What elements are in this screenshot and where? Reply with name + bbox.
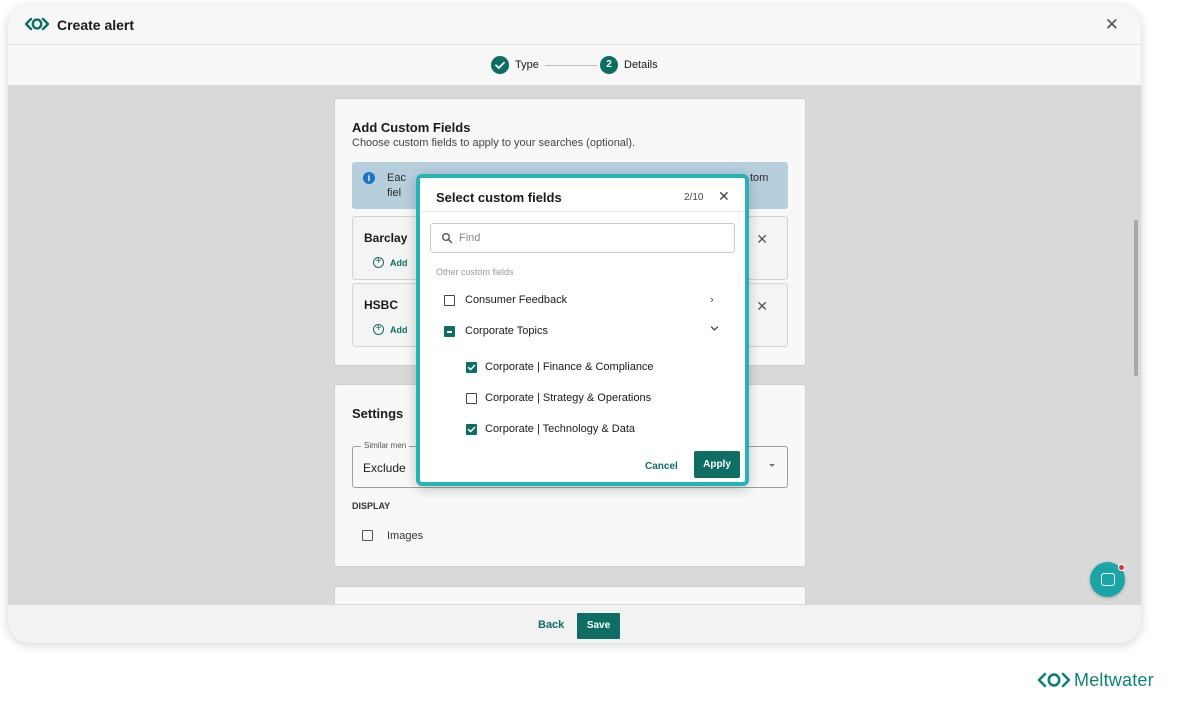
info-text-line1: Eac (387, 172, 406, 184)
card-subtitle: Choose custom fields to apply to your se… (352, 137, 636, 149)
group-checkbox-indeterminate[interactable] (444, 326, 455, 337)
titlebar: Create alert ✕ (8, 5, 1141, 45)
add-circle-icon[interactable]: + (373, 257, 384, 268)
group-consumer-feedback[interactable]: Consumer Feedback › (420, 289, 745, 313)
info-text-tail: tom (750, 172, 769, 184)
cancel-button[interactable]: Cancel (645, 461, 678, 472)
apply-button[interactable]: Apply (694, 451, 740, 478)
search-field (430, 223, 735, 253)
section-label: Other custom fields (436, 267, 514, 277)
option-label: Corporate | Technology & Data (485, 423, 636, 435)
checkbox-checked-icon[interactable] (466, 424, 477, 435)
group-label: Corporate Topics (465, 325, 548, 337)
step-details-number: 2 (600, 56, 618, 74)
option-label: Corporate | Strategy & Operations (485, 392, 652, 404)
find-input[interactable] (459, 229, 719, 247)
next-card (334, 586, 806, 606)
step-type-label: Type (515, 59, 539, 71)
group-corporate-topics[interactable]: Corporate Topics (420, 320, 745, 344)
settings-title: Settings (352, 406, 404, 421)
search-name: HSBC (364, 298, 399, 312)
remove-icon[interactable]: ✕ (756, 298, 768, 315)
display-section-label: DISPLAY (352, 501, 391, 511)
option-strategy-operations[interactable]: Corporate | Strategy & Operations (420, 387, 745, 411)
select-value: Exclude (363, 461, 406, 475)
info-text-line2: fiel (387, 187, 402, 199)
notification-dot (1118, 564, 1125, 571)
meltwater-logo-icon (24, 17, 50, 36)
back-button[interactable]: Back (538, 619, 564, 631)
images-label: Images (387, 530, 424, 542)
create-alert-window: Create alert ✕ Type 2 Details Add Custom… (8, 5, 1141, 643)
chat-launcher-button[interactable] (1090, 562, 1125, 597)
step-done-check-icon (491, 56, 509, 74)
chat-icon (1101, 573, 1115, 586)
dialog-title: Select custom fields (436, 190, 562, 205)
search-icon (441, 231, 453, 249)
scrollbar[interactable] (1134, 220, 1138, 376)
card-title: Add Custom Fields (352, 120, 471, 135)
selection-count: 2/10 (684, 192, 704, 203)
page-title: Create alert (57, 17, 135, 33)
divider (420, 211, 745, 212)
select-legend: Similar men (361, 441, 410, 450)
close-icon[interactable]: ✕ (1105, 15, 1119, 35)
meltwater-logo-icon (1037, 672, 1071, 688)
step-connector (545, 65, 597, 66)
step-details-label: Details (624, 59, 658, 71)
remove-icon[interactable]: ✕ (756, 231, 768, 248)
add-custom-field-link[interactable]: Add (390, 325, 408, 335)
chevron-down-icon[interactable] (710, 324, 719, 336)
option-technology-data[interactable]: Corporate | Technology & Data (420, 418, 745, 442)
meltwater-brand-logo: Meltwater (1037, 670, 1154, 690)
option-label: Corporate | Finance & Compliance (485, 361, 654, 373)
close-icon[interactable]: ✕ (718, 188, 730, 205)
brand-name: Meltwater (1074, 670, 1154, 690)
footer-bar: Back Save (8, 604, 1141, 643)
caret-down-icon (769, 464, 775, 467)
option-finance-compliance[interactable]: Corporate | Finance & Compliance (420, 356, 745, 380)
checkbox-checked-icon[interactable] (466, 362, 477, 373)
add-custom-field-link[interactable]: Add (390, 258, 408, 268)
group-label: Consumer Feedback (465, 294, 568, 306)
chevron-right-icon[interactable]: › (710, 294, 714, 306)
info-icon: i (363, 172, 375, 184)
add-circle-icon[interactable]: + (373, 324, 384, 335)
search-name: Barclay (364, 231, 408, 245)
checkbox-icon[interactable] (466, 393, 477, 404)
group-checkbox[interactable] (444, 295, 455, 306)
save-button[interactable]: Save (577, 613, 620, 639)
images-checkbox[interactable] (362, 530, 373, 541)
select-custom-fields-dialog: Select custom fields 2/10 ✕ Other custom… (416, 174, 749, 486)
